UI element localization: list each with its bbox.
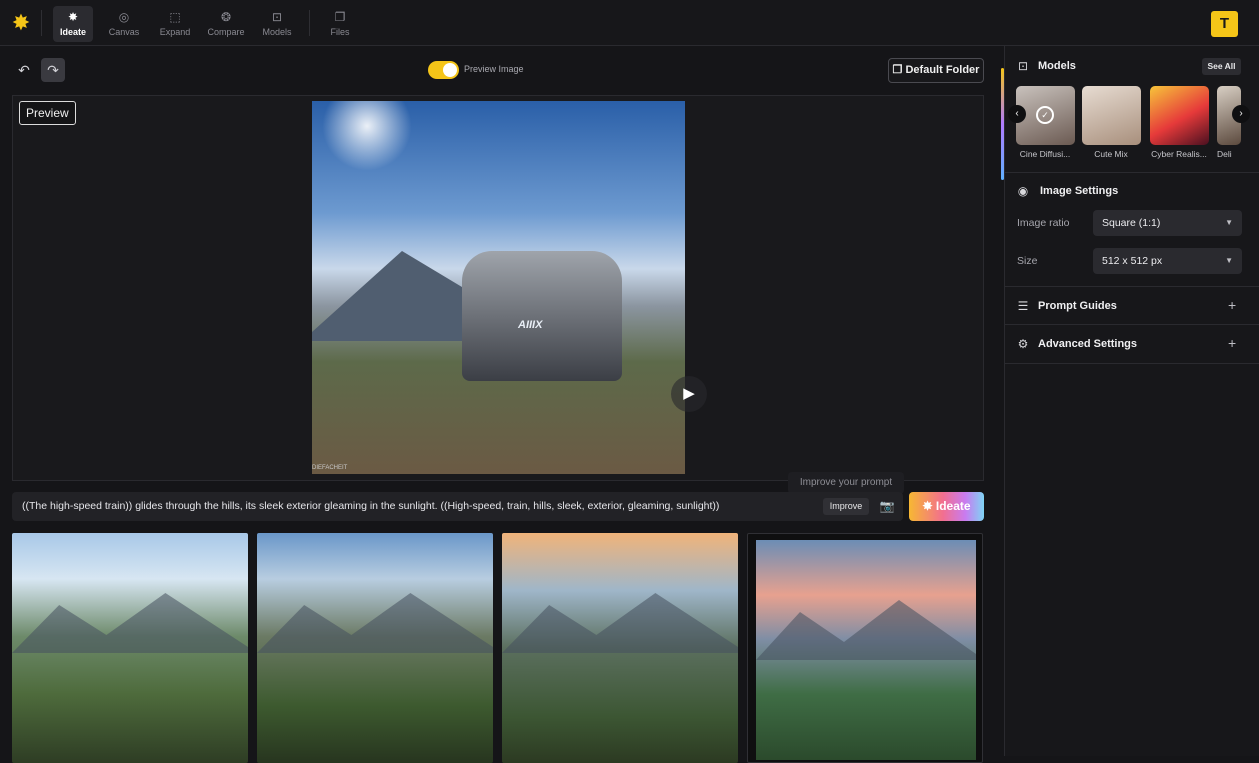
- model-name: Deli: [1217, 149, 1232, 159]
- model-name: Cute Mix: [1094, 149, 1128, 159]
- image-settings-icon: ◉: [1017, 184, 1029, 198]
- result-thumbnail[interactable]: [747, 533, 983, 763]
- model-name: Cyber Realis...: [1151, 149, 1207, 159]
- nav-label: Ideate: [59, 27, 86, 37]
- nav-label: Models: [262, 27, 292, 37]
- prompt-text[interactable]: ((The high-speed train)) glides through …: [22, 500, 719, 512]
- nav-label: Canvas: [108, 27, 140, 37]
- redo-button[interactable]: ↷: [41, 58, 65, 82]
- nav-ideate[interactable]: ✸ Ideate: [53, 6, 93, 42]
- preview-tag: Preview: [19, 101, 76, 125]
- gear-icon: ⚙: [1017, 337, 1029, 351]
- nav-divider: [41, 10, 42, 36]
- user-avatar[interactable]: T: [1211, 11, 1238, 37]
- nav-compare[interactable]: ❂ Compare: [203, 6, 249, 42]
- train-shape: [462, 251, 622, 381]
- size-label: Size: [1017, 255, 1038, 267]
- chevron-down-icon: ▼: [1225, 218, 1233, 227]
- model-name: Cine Diffusi...: [1019, 149, 1071, 159]
- section-divider: [1005, 363, 1259, 364]
- mountain-ridge: [756, 600, 976, 660]
- expand-plus-icon[interactable]: +: [1228, 297, 1236, 313]
- carousel-prev-icon[interactable]: ‹: [1008, 105, 1026, 123]
- preview-panel: Preview AIIIX DIEFACHEIT ▶: [12, 95, 984, 481]
- image-ratio-value: Square (1:1): [1102, 217, 1161, 229]
- see-all-button[interactable]: See All: [1202, 58, 1241, 75]
- undo-icon: ↶: [18, 62, 30, 78]
- default-folder-label: Default Folder: [905, 64, 980, 76]
- improve-button[interactable]: Improve: [823, 498, 869, 515]
- preview-image[interactable]: AIIIX DIEFACHEIT: [312, 101, 685, 474]
- compare-icon: ❂: [220, 10, 232, 24]
- model-card-cute-mix[interactable]: [1082, 86, 1141, 145]
- ideate-button-label: Ideate: [935, 499, 971, 513]
- section-divider: [1005, 286, 1259, 287]
- train-plate-text: AIIIX: [518, 319, 543, 331]
- result-thumbnail[interactable]: [12, 533, 248, 763]
- default-folder-button[interactable]: ❐ Default Folder: [888, 58, 984, 83]
- section-divider: [1005, 324, 1259, 325]
- mountain-ridge: [12, 593, 248, 653]
- image-ratio-label: Image ratio: [1017, 217, 1070, 229]
- preview-image-label: Preview Image: [464, 64, 524, 74]
- folder-icon: ❐: [892, 64, 903, 76]
- models-icon: ⊡: [1017, 59, 1029, 73]
- prompt-input[interactable]: ((The high-speed train)) glides through …: [12, 492, 903, 521]
- canvas-icon: ◎: [118, 10, 130, 24]
- preview-image-toggle[interactable]: [428, 61, 459, 79]
- mountain-ridge: [257, 593, 493, 653]
- image-ratio-select[interactable]: Square (1:1) ▼: [1093, 210, 1242, 236]
- settings-sidebar: ⊡ Models See All ✓ Cine Diffusi... Cute …: [1001, 46, 1259, 756]
- toggle-knob: [443, 63, 457, 77]
- result-thumbnail[interactable]: [502, 533, 738, 763]
- advanced-settings-title: Advanced Settings: [1038, 338, 1138, 350]
- improve-tooltip: Improve your prompt: [788, 472, 904, 494]
- nav-divider: [309, 10, 310, 36]
- image-settings-title: Image Settings: [1040, 185, 1119, 197]
- nav-label: Files: [330, 27, 350, 37]
- models-icon: ⊡: [271, 10, 283, 24]
- nav-models[interactable]: ⊡ Models: [254, 6, 300, 42]
- carousel-next-icon[interactable]: ›: [1232, 105, 1250, 123]
- nav-files[interactable]: ❐ Files: [317, 6, 363, 42]
- image-watermark: DIEFACHEIT: [312, 465, 348, 471]
- ideate-button[interactable]: ✸ Ideate: [909, 492, 984, 521]
- result-thumbnail[interactable]: [257, 533, 493, 763]
- expand-icon: ⬚: [169, 10, 181, 24]
- prompt-guides-icon: ☰: [1017, 299, 1029, 313]
- app-logo-icon[interactable]: ✸: [10, 12, 32, 34]
- mountain-ridge: [502, 593, 738, 653]
- redo-icon: ↷: [47, 62, 59, 78]
- selected-check-icon: ✓: [1036, 106, 1054, 124]
- active-accent-bar: [1001, 68, 1004, 180]
- play-icon[interactable]: ▶: [671, 376, 707, 412]
- size-select[interactable]: 512 x 512 px ▼: [1093, 248, 1242, 274]
- model-card-cyber-realistic[interactable]: [1150, 86, 1209, 145]
- top-bar: ✸ ✸ Ideate ◎ Canvas ⬚ Expand ❂ Compare ⊡…: [0, 0, 1259, 46]
- prompt-guides-title: Prompt Guides: [1038, 300, 1117, 312]
- nav-canvas[interactable]: ◎ Canvas: [101, 6, 147, 42]
- files-icon: ❐: [334, 10, 346, 24]
- undo-button[interactable]: ↶: [12, 58, 36, 82]
- section-divider: [1005, 172, 1259, 173]
- ideate-icon: ✸: [922, 499, 933, 513]
- models-title: Models: [1038, 60, 1076, 72]
- ideate-icon: ✸: [67, 10, 79, 24]
- nav-expand[interactable]: ⬚ Expand: [152, 6, 198, 42]
- chevron-down-icon: ▼: [1225, 256, 1233, 265]
- camera-icon[interactable]: 📷: [878, 497, 896, 515]
- lens-flare: [322, 101, 412, 171]
- nav-label: Expand: [159, 27, 191, 37]
- framed-image: [756, 540, 976, 760]
- main-workspace: ↶ ↷ Preview Image ❐ Default Folder Previ…: [0, 46, 1004, 763]
- expand-plus-icon[interactable]: +: [1228, 335, 1236, 351]
- nav-label: Compare: [207, 27, 245, 37]
- size-value: 512 x 512 px: [1102, 255, 1163, 267]
